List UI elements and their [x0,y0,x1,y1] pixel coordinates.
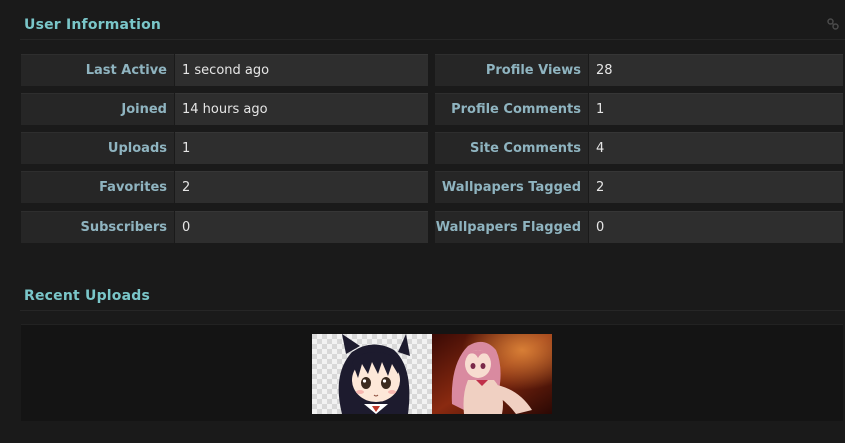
stat-label: Profile Views [435,54,588,86]
stat-label: Last Active [21,54,174,86]
section-divider [20,310,845,311]
stat-row-uploads: Uploads 1 [21,132,428,164]
stat-value: 1 [589,93,843,125]
section-divider [20,39,845,40]
stat-value: 14 hours ago [175,93,428,125]
stat-row-wallpapers-flagged: Wallpapers Flagged 0 [435,211,843,243]
stat-row-favorites: Favorites 2 [21,171,428,203]
stat-value: 28 [589,54,843,86]
link-icon[interactable] [827,18,839,30]
stat-row-subscribers: Subscribers 0 [21,211,428,243]
stat-row-profile-comments: Profile Comments 1 [435,93,843,125]
recent-uploads-title: Recent Uploads [24,288,151,304]
stat-row-joined: Joined 14 hours ago [21,93,428,125]
recent-uploads-gallery [21,324,843,421]
anime-cat-girl-thumbnail[interactable] [312,334,432,414]
stat-label: Wallpapers Tagged [435,171,588,203]
user-information-title: User Information [24,17,162,33]
stat-value: 4 [589,132,843,164]
stat-row-wallpapers-tagged: Wallpapers Tagged 2 [435,171,843,203]
anime-pink-hair-girl-thumbnail[interactable] [432,334,552,414]
stat-label[interactable]: Favorites [21,171,174,203]
stat-label: Profile Comments [435,93,588,125]
stat-value: 2 [589,171,843,203]
stat-value: 1 [175,132,428,164]
stat-value: 0 [175,211,428,243]
stat-label[interactable]: Uploads [21,132,174,164]
user-profile-page: User Information Last Active 1 second ag… [0,0,845,443]
stat-value: 2 [175,171,428,203]
stat-row-site-comments: Site Comments 4 [435,132,843,164]
stat-row-last-active: Last Active 1 second ago [21,54,428,86]
stat-value: 1 second ago [175,54,428,86]
stat-label: Wallpapers Flagged [435,211,588,243]
stat-label: Site Comments [435,132,588,164]
stat-value: 0 [589,211,843,243]
stat-label: Joined [21,93,174,125]
stat-row-profile-views: Profile Views 28 [435,54,843,86]
stat-label[interactable]: Subscribers [21,211,174,243]
